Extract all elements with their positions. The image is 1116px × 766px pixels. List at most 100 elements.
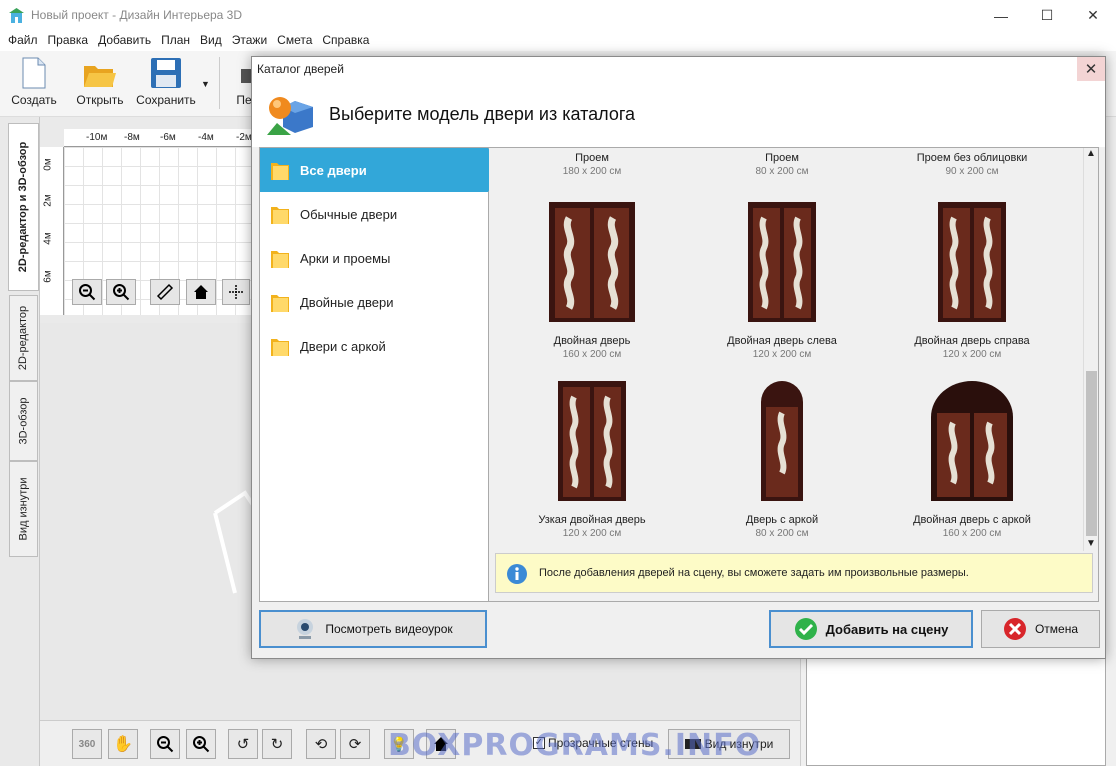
info-bar: После добавления дверей на сцену, вы смо… — [495, 553, 1093, 593]
door-item[interactable]: Проем 180 x 200 см — [497, 152, 687, 177]
pan-button[interactable]: ✋ — [108, 729, 138, 759]
folder-open-icon — [84, 66, 116, 87]
toolbar-divider — [219, 57, 220, 109]
menu-help[interactable]: Справка — [318, 31, 373, 51]
rotate-left-button[interactable]: ↺ — [228, 729, 258, 759]
tilt-up-button[interactable]: ⟲ — [306, 729, 336, 759]
rotate-left-icon: ↺ — [236, 736, 250, 753]
menu-edit[interactable]: Правка — [44, 31, 93, 51]
folder-icon — [271, 339, 289, 356]
close-button[interactable]: ✕ — [1070, 0, 1116, 31]
orbit-icon: ⟳ — [348, 736, 362, 753]
view-tabs: 2D-редактор и 3D-обзор 2D-редактор 3D-об… — [0, 117, 40, 766]
door-item[interactable]: Проем без облицовки 90 x 200 см — [877, 152, 1067, 177]
ruler-left: 0м 2м 4м 6м — [40, 147, 64, 315]
double-door-right-image — [938, 202, 1006, 322]
dialog-heading: Выберите модель двери из каталога — [329, 104, 636, 124]
rotate-right-icon: ↻ — [270, 736, 284, 753]
zoom-out-icon — [79, 284, 96, 301]
maximize-button[interactable]: ☐ — [1024, 0, 1070, 31]
rotate-360-button[interactable]: 360 — [72, 729, 102, 759]
category-arched-doors[interactable]: Двери с аркой — [260, 324, 488, 368]
folder-icon — [271, 295, 289, 312]
window-title: Новый проект - Дизайн Интерьера 3D — [31, 8, 243, 22]
save-button[interactable]: Сохранить — [134, 51, 198, 113]
add-to-scene-button[interactable]: Добавить на сцену — [769, 610, 973, 648]
zoom-in-icon — [113, 284, 130, 301]
open-button[interactable]: Открыть — [72, 51, 128, 113]
fit-button[interactable] — [222, 279, 250, 305]
door-item-double[interactable]: Двойная дверь 160 x 200 см — [497, 200, 687, 360]
scroll-down-icon[interactable]: ▼ — [1086, 538, 1096, 549]
rotate-right-button[interactable]: ↻ — [262, 729, 292, 759]
tab-2d-3d[interactable]: 2D-редактор и 3D-обзор — [8, 123, 39, 291]
orbit-icon: ⟲ — [314, 736, 328, 753]
home-icon — [194, 285, 208, 299]
double-door-image — [549, 202, 635, 322]
zoom-out-icon — [157, 736, 174, 753]
zoom-out-3d-button[interactable] — [150, 729, 180, 759]
tab-3d[interactable]: 3D-обзор — [9, 381, 38, 461]
tab-inside-view[interactable]: Вид изнутри — [9, 461, 38, 557]
info-icon — [507, 564, 527, 584]
watermark: BOXPROGRAMS.INFO — [388, 728, 762, 763]
ruler-icon — [156, 283, 174, 301]
save-dropdown-icon[interactable]: ▼ — [201, 79, 210, 89]
check-icon — [794, 618, 817, 640]
zoom-in-button[interactable] — [106, 279, 136, 305]
menu-bar: Файл Правка Добавить План Вид Этажи Смет… — [0, 31, 1116, 51]
arched-door-image — [761, 381, 803, 501]
grid-icon — [229, 285, 243, 299]
watch-video-button[interactable]: Посмотреть видеоурок — [259, 610, 487, 648]
cancel-button[interactable]: Отмена — [981, 610, 1100, 648]
scrollbar-thumb[interactable] — [1086, 371, 1097, 536]
cancel-icon — [1003, 618, 1026, 640]
folder-icon — [271, 163, 289, 180]
category-arches-openings[interactable]: Арки и проемы — [260, 236, 488, 280]
zoom-in-icon — [193, 736, 210, 753]
create-button[interactable]: Создать — [8, 51, 60, 113]
printer-icon — [241, 69, 253, 83]
app-icon — [9, 8, 24, 23]
category-all-doors[interactable]: Все двери — [260, 148, 488, 192]
category-double-doors[interactable]: Двойные двери — [260, 280, 488, 324]
category-regular-doors[interactable]: Обычные двери — [260, 192, 488, 236]
tilt-down-button[interactable]: ⟳ — [340, 729, 370, 759]
catalog-shapes-icon — [267, 97, 313, 135]
door-item-narrow-double[interactable]: Узкая двойная дверь 120 x 200 см — [497, 379, 687, 539]
door-item-double-right[interactable]: Двойная дверь справа 120 x 200 см — [877, 200, 1067, 360]
menu-add[interactable]: Добавить — [94, 31, 155, 51]
door-item[interactable]: Проем 80 x 200 см — [687, 152, 877, 177]
info-text: После добавления дверей на сцену, вы смо… — [539, 567, 969, 579]
arched-double-door-image — [931, 381, 1013, 501]
folder-icon — [271, 207, 289, 224]
minimize-button[interactable]: — — [978, 0, 1024, 31]
folder-icon — [271, 251, 289, 268]
menu-view[interactable]: Вид — [196, 31, 226, 51]
menu-plan[interactable]: План — [157, 31, 194, 51]
tab-2d[interactable]: 2D-редактор — [9, 295, 38, 381]
dialog-title-bar: Каталог дверей ✕ — [252, 57, 1105, 81]
menu-floors[interactable]: Этажи — [228, 31, 271, 51]
door-grid-scrollbar[interactable]: ▲ ▼ — [1083, 148, 1098, 551]
door-catalog-dialog: Каталог дверей ✕ Выберите модель двери и… — [251, 56, 1106, 659]
zoom-in-3d-button[interactable] — [186, 729, 216, 759]
dialog-close-button[interactable]: ✕ — [1077, 57, 1105, 81]
zoom-out-button[interactable] — [72, 279, 102, 305]
door-item-arch-double[interactable]: Двойная дверь с аркой 160 x 200 см — [877, 379, 1067, 539]
scroll-up-icon[interactable]: ▲ — [1086, 148, 1096, 159]
dialog-title: Каталог дверей — [257, 62, 344, 76]
properties-panel — [806, 655, 1106, 766]
measure-button[interactable] — [150, 279, 180, 305]
door-grid: Проем 180 x 200 см Проем 80 x 200 см Про… — [489, 147, 1099, 602]
door-item-double-left[interactable]: Двойная дверь слева 120 x 200 см — [687, 200, 877, 360]
double-door-left-image — [748, 202, 816, 322]
menu-estimate[interactable]: Смета — [273, 31, 316, 51]
door-item-arch-single[interactable]: Дверь с аркой 80 x 200 см — [687, 379, 877, 539]
webcam-icon — [297, 619, 314, 639]
dialog-header: Выберите модель двери из каталога — [252, 81, 1105, 147]
hand-icon: ✋ — [113, 736, 133, 753]
category-list: Все двери Обычные двери Арки и проемы Дв… — [259, 147, 502, 602]
home-button[interactable] — [186, 279, 216, 305]
menu-file[interactable]: Файл — [4, 31, 42, 51]
